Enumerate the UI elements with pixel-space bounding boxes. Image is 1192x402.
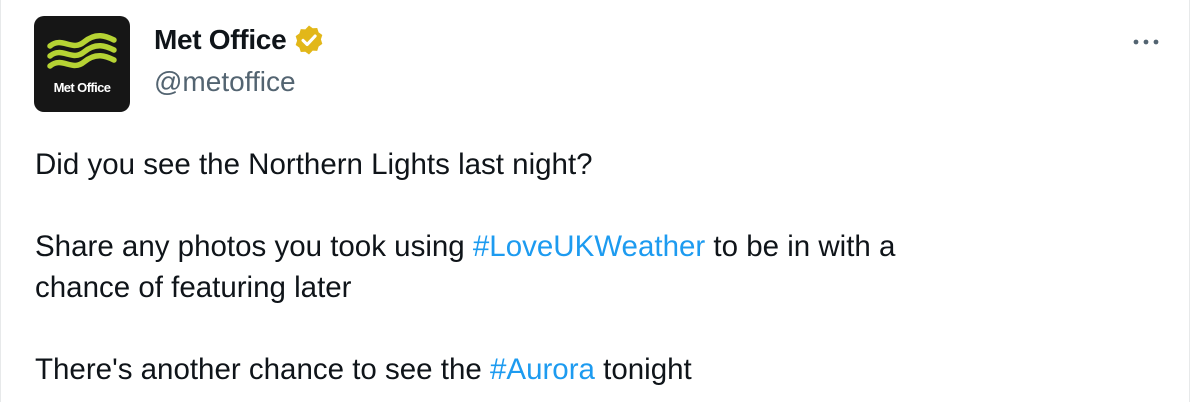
tweet-text: Did you see the Northern Lights last nig… — [35, 144, 1155, 390]
author-name-row: Met Office — [154, 22, 326, 58]
tweet-text-segment: There's another chance to see the — [35, 353, 490, 386]
verified-badge-icon — [296, 25, 323, 55]
avatar[interactable]: Met Office — [34, 16, 130, 112]
avatar-label: Met Office — [53, 80, 111, 95]
hashtag-link[interactable]: #Aurora — [490, 353, 595, 386]
tweet-paragraph: Share any photos you took using #LoveUKW… — [35, 226, 1155, 308]
tweet-text-segment: chance of featuring later — [35, 271, 352, 304]
tweet-line: Did you see the Northern Lights last nig… — [35, 148, 593, 181]
display-name[interactable]: Met Office — [154, 22, 287, 58]
tweet-paragraph: There's another chance to see the #Auror… — [35, 349, 1155, 390]
tweet-card: Met Office Met Office @metoffice Did you… — [0, 0, 1190, 402]
tweet-text-segment: tonight — [594, 353, 692, 386]
met-office-logo-icon — [47, 33, 117, 69]
hashtag-link[interactable]: #LoveUKWeather — [473, 230, 705, 263]
more-horizontal-icon[interactable] — [1129, 32, 1163, 52]
user-handle[interactable]: @metoffice — [154, 64, 296, 100]
tweet-text-segment: to be in with a — [705, 230, 896, 263]
tweet-text-segment: Share any photos you took using — [35, 230, 473, 263]
